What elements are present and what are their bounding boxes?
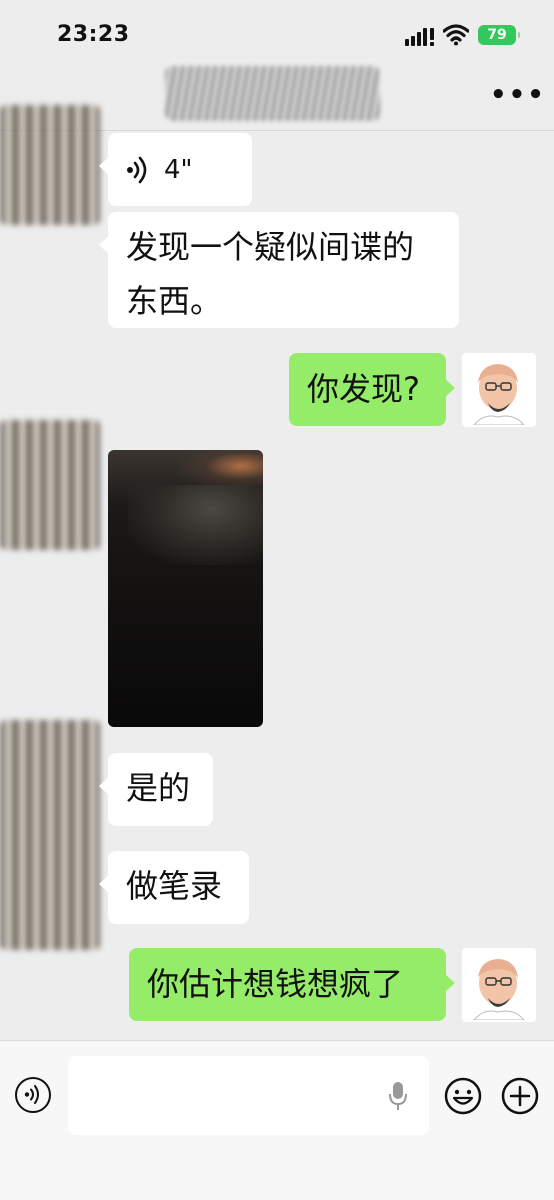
voice-duration: 4" [164, 154, 193, 185]
avatar-illustration-icon [473, 959, 525, 1020]
contact-avatar-redacted[interactable] [0, 420, 100, 550]
more-options-button[interactable]: ••• [490, 82, 544, 112]
message-text: 你发现? [307, 370, 420, 408]
battery-indicator: 79 [478, 25, 520, 45]
image-message[interactable] [108, 450, 263, 727]
message-text: 做笔录 [126, 867, 223, 905]
voice-message[interactable]: 4" [99, 133, 252, 206]
photo-floor-area [128, 485, 263, 565]
voice-wave-icon [127, 156, 147, 183]
message-input[interactable] [68, 1056, 429, 1135]
outgoing-text-message[interactable]: 你估计想钱想疯了 [129, 948, 455, 1021]
avatar-illustration-icon [473, 364, 525, 425]
wifi-icon [443, 24, 469, 46]
outgoing-text-message[interactable]: 你发现? [289, 353, 455, 426]
message-text: 发现一个疑似间谍的东西。 [126, 228, 415, 320]
photo-light-area [178, 450, 263, 490]
contact-avatar-redacted[interactable] [0, 720, 100, 950]
plus-icon[interactable] [501, 1077, 539, 1115]
status-time: 23:23 [57, 22, 130, 47]
my-avatar[interactable] [462, 353, 536, 427]
emoji-icon[interactable] [444, 1077, 482, 1115]
voice-input-toggle-button[interactable] [15, 1077, 51, 1113]
chat-title-redacted [165, 66, 380, 121]
message-text: 是的 [126, 769, 191, 807]
cellular-signal-icon [405, 28, 434, 46]
contact-avatar-redacted[interactable] [0, 105, 100, 225]
incoming-text-message[interactable]: 发现一个疑似间谍的东西。 [99, 212, 459, 328]
my-avatar[interactable] [462, 948, 536, 1022]
message-text: 你估计想钱想疯了 [147, 965, 404, 1003]
microphone-icon[interactable] [388, 1081, 408, 1111]
incoming-text-message[interactable]: 做笔录 [99, 851, 249, 924]
voice-wave-icon [24, 1085, 39, 1104]
battery-level: 79 [487, 27, 507, 43]
incoming-text-message[interactable]: 是的 [99, 753, 213, 826]
input-bar [0, 1040, 554, 1200]
